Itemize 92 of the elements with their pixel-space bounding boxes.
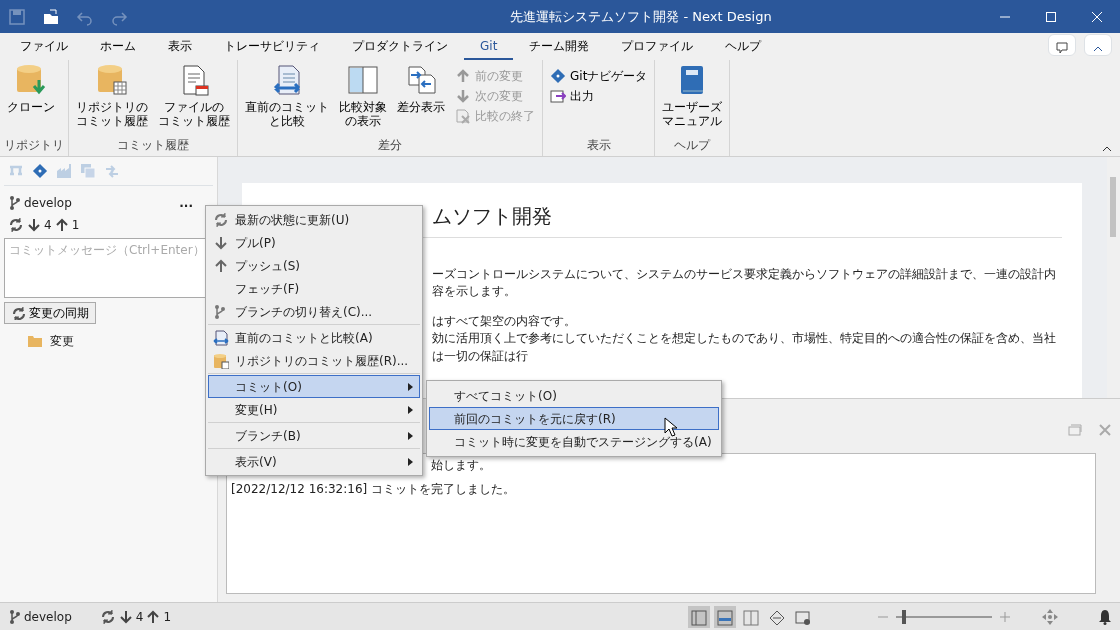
ribbon-tab[interactable]: チーム開発 [513, 33, 606, 60]
group-label: コミット履歴 [116, 137, 190, 154]
menu-item[interactable]: ブランチの切り替え(C)... [208, 300, 420, 323]
diff-arrows-icon [405, 64, 437, 96]
ribbon-tab[interactable]: ファイル [4, 33, 84, 60]
ribbon-button[interactable]: 比較対象 の表示 [336, 62, 390, 136]
split-panes-icon [347, 64, 379, 96]
bell-icon[interactable] [1098, 608, 1112, 625]
folder-icon [28, 335, 42, 347]
database-icon [96, 64, 128, 96]
speech-bubble-icon [1055, 40, 1069, 55]
ribbon-button[interactable]: クローン [4, 62, 58, 136]
mouse-cursor-icon [664, 417, 678, 437]
menu-item[interactable]: 表示(V) [208, 450, 420, 473]
submenu-arrow-icon [408, 405, 413, 414]
ribbon-button[interactable]: ファイルの コミット履歴 [155, 62, 233, 136]
output-line: 始します。 [431, 457, 491, 474]
branch-icon [8, 608, 20, 625]
compare-documents-icon [271, 64, 303, 96]
menu-item[interactable]: コミット(O) [208, 375, 420, 398]
outgoing-count: 1 [163, 608, 172, 626]
ribbon-button[interactable]: 差分表示 [394, 62, 448, 136]
group-label: ヘルプ [673, 137, 712, 154]
ribbon-tab[interactable]: トレーサビリティ [208, 33, 336, 60]
layout-icon [717, 610, 733, 626]
ribbon-tab[interactable]: 表示 [152, 33, 208, 60]
arrow-down-icon [28, 218, 40, 232]
move-icon[interactable] [1042, 608, 1058, 625]
document-text: ーズコントロールシステムについて、システムのサービス要求定義からソフトウェアの詳細設計まで、一連の設計内容を示します。 [432, 266, 1057, 301]
menu-item[interactable]: 前回のコミットを元に戻す(R) [429, 407, 719, 430]
ribbon-button[interactable]: ユーザーズ マニュアル [659, 62, 726, 136]
database-icon [15, 64, 47, 96]
restore-icon[interactable] [1068, 424, 1082, 436]
compare-documents-icon [213, 329, 229, 346]
document-text: 効に活用頂く上で参考にしていただくことを想定したものであり、市場性、特定目的への適合性の保証を含め、当社は一切の保証は行 [432, 330, 1057, 365]
group-label: リポジトリ [4, 137, 64, 154]
outgoing-count: 1 [71, 217, 80, 234]
ribbon-button[interactable]: Gitナビゲータ [547, 66, 651, 86]
menu-item[interactable]: コミット時に変更を自動でステージングする(A) [429, 430, 719, 453]
menu-item[interactable]: 変更(H) [208, 398, 420, 421]
ribbon-tab[interactable]: Git [464, 33, 514, 60]
arrow-down-icon [213, 234, 229, 251]
window-title: 先進運転システムソフト開発 - Next Design [509, 7, 773, 26]
group-label: 差分 [377, 137, 403, 154]
arrow-up-icon [213, 257, 229, 274]
submenu-arrow-icon [408, 431, 413, 440]
database-icon [213, 352, 229, 369]
ribbon-button[interactable]: 直前のコミット と比較 [242, 62, 332, 136]
arrow-up-icon [455, 68, 471, 84]
feedback-button[interactable] [1048, 34, 1076, 56]
arrow-up-icon [55, 218, 68, 232]
submenu-arrow-icon [408, 382, 413, 391]
arrow-up-icon [147, 609, 160, 624]
sync-button[interactable]: 変更の同期 [4, 302, 96, 324]
arrow-down-icon [455, 88, 471, 104]
menu-item[interactable]: ブランチ(B) [208, 424, 420, 447]
branch-name: develop [24, 195, 73, 212]
layout-button[interactable] [714, 605, 736, 628]
plus-icon[interactable] [1000, 611, 1010, 622]
sync-icon[interactable] [99, 608, 116, 625]
output-icon [550, 88, 566, 104]
ribbon-tab[interactable]: ホーム [84, 33, 152, 60]
incoming-count: 4 [44, 217, 52, 234]
submenu-arrow-icon [408, 457, 413, 466]
diamond-icon [769, 610, 785, 626]
menu-item[interactable]: リポジトリのコミット履歴(R)... [208, 349, 420, 372]
arrow-down-icon [119, 609, 132, 624]
sync-icon [213, 211, 229, 228]
more-button[interactable]: ... [179, 194, 193, 212]
slider-thumb[interactable] [901, 609, 906, 624]
sync-icon[interactable] [8, 217, 24, 233]
ribbon-tab[interactable]: プロファイル [605, 33, 710, 60]
layout-icon [743, 610, 759, 626]
ribbon-tab[interactable]: プロダクトライン [336, 33, 464, 60]
folder-icon[interactable] [42, 7, 60, 26]
branch-icon [8, 195, 20, 211]
output-line: [2022/12/12 16:32:16] コミットを完了しました。 [231, 481, 516, 498]
document-text: はすべて架空の内容です。 [432, 312, 577, 330]
document-cross-icon [455, 108, 471, 124]
scrollbar[interactable] [1106, 157, 1120, 398]
layout-button[interactable] [688, 605, 710, 628]
group-label: 表示 [585, 137, 612, 154]
branch-name: develop [24, 608, 72, 626]
ribbon-button[interactable]: リポジトリの コミット履歴 [73, 62, 151, 136]
layout-icon [691, 610, 707, 626]
ribbon-button[interactable]: 出力 [547, 86, 651, 106]
incoming-count: 4 [135, 608, 144, 626]
menu-item[interactable]: すべてコミット(O) [429, 384, 719, 407]
caret-icon[interactable] [1102, 145, 1112, 152]
sync-icon [11, 306, 25, 320]
ribbon-tab[interactable]: ヘルプ [709, 33, 778, 60]
menu-item[interactable]: 直前のコミットと比較(A) [208, 326, 420, 349]
